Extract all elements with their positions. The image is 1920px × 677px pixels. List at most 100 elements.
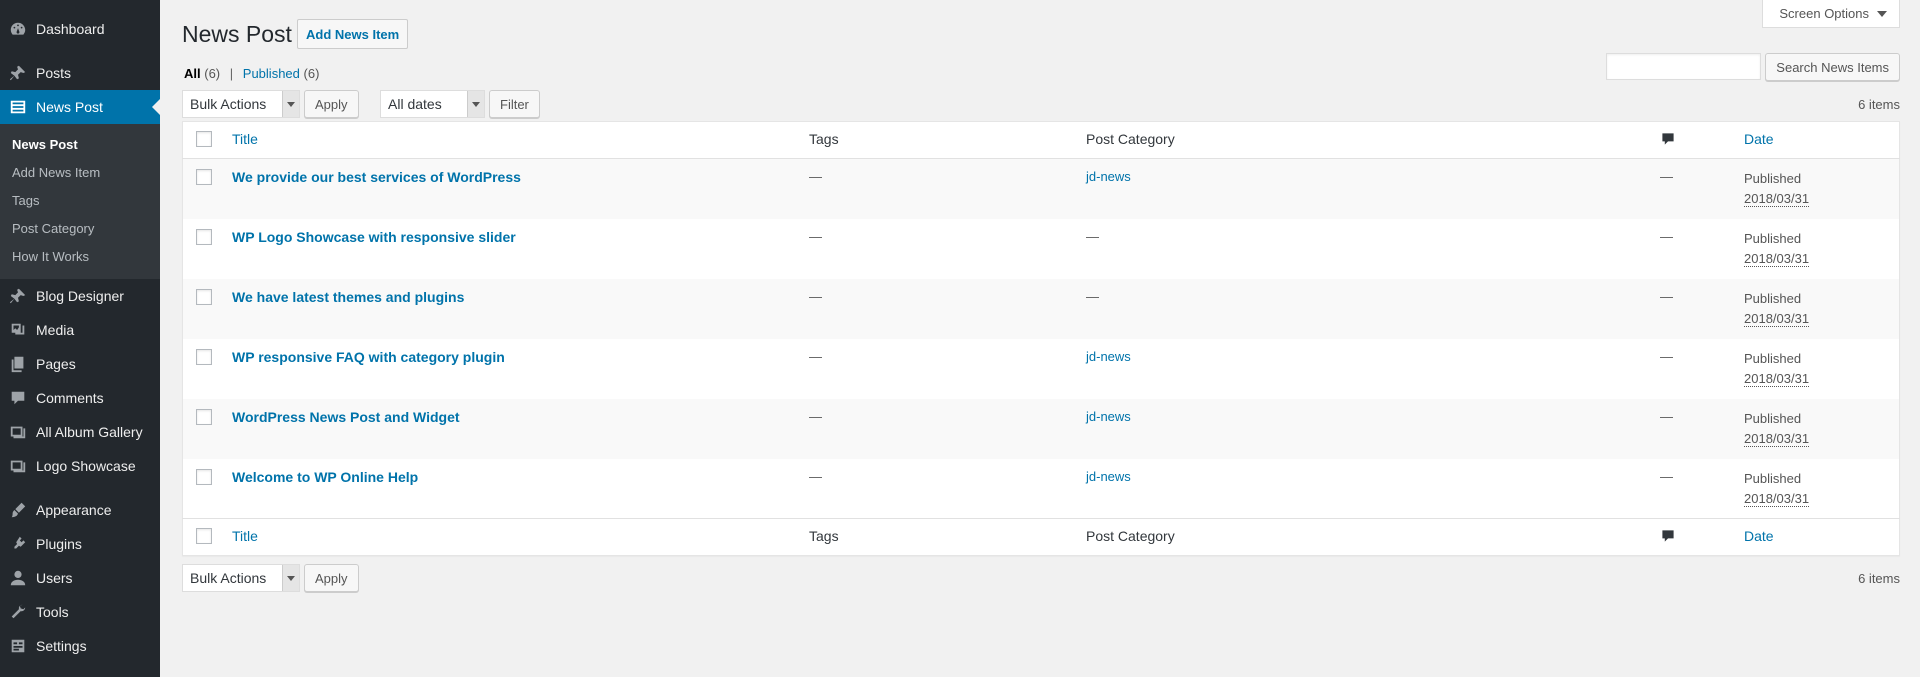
table-row: Welcome to WP Online Help — jd-news — Pu…	[183, 459, 1900, 519]
row-title-cell: WordPress News Post and Widget	[222, 399, 799, 459]
select-all-checkbox[interactable]	[196, 131, 212, 147]
menu-media[interactable]: Media	[0, 313, 160, 347]
column-title-label[interactable]: Title	[232, 528, 258, 544]
tablenav-top: Bulk Actions Apply All dates Filter 6 it…	[182, 90, 1900, 120]
menu-plugins[interactable]: Plugins	[0, 527, 160, 561]
menu-blog-designer[interactable]: Blog Designer	[0, 279, 160, 313]
row-date: 2018/03/31	[1744, 430, 1810, 447]
row-tags: —	[809, 288, 822, 304]
filter-all[interactable]: All	[184, 66, 201, 81]
submenu-how-it-works[interactable]: How It Works	[0, 243, 160, 271]
menu-dashboard[interactable]: Dashboard	[0, 12, 160, 46]
menu-posts[interactable]: Posts	[0, 56, 160, 90]
search-input[interactable]	[1606, 53, 1762, 80]
bulk-actions-group: Bulk Actions Apply	[182, 564, 359, 592]
screen-options-button[interactable]: Screen Options	[1762, 0, 1900, 28]
row-status: Published	[1744, 350, 1802, 366]
row-status: Published	[1744, 410, 1802, 426]
menu-appearance[interactable]: Appearance	[0, 493, 160, 527]
select-all-cell	[183, 519, 223, 556]
row-title-link[interactable]: We provide our best services of WordPres…	[232, 169, 521, 185]
chevron-down-icon	[282, 91, 299, 117]
row-title-link[interactable]: WP responsive FAQ with category plugin	[232, 349, 505, 365]
row-title-link[interactable]: WP Logo Showcase with responsive slider	[232, 229, 516, 245]
row-comments: —	[1660, 348, 1673, 364]
row-title-link[interactable]: WordPress News Post and Widget	[232, 409, 460, 425]
filter-button[interactable]: Filter	[489, 90, 540, 118]
row-checkbox[interactable]	[196, 288, 212, 305]
menu-settings[interactable]: Settings	[0, 629, 160, 663]
column-date-label[interactable]: Date	[1744, 131, 1774, 147]
menu-users[interactable]: Users	[0, 561, 160, 595]
row-select-cell	[183, 399, 223, 459]
menu-logo-showcase[interactable]: Logo Showcase	[0, 449, 160, 483]
row-select-cell	[183, 279, 223, 339]
row-title-cell: We have latest themes and plugins	[222, 279, 799, 339]
row-date-cell: Published 2018/03/31	[1734, 279, 1900, 339]
row-tags: —	[809, 228, 822, 244]
row-category-link[interactable]: jd-news	[1086, 409, 1131, 424]
search-news-items-button[interactable]: Search News Items	[1765, 53, 1900, 81]
comment-icon	[1660, 133, 1676, 150]
row-date-cell: Published 2018/03/31	[1734, 339, 1900, 399]
menu-label: Users	[36, 570, 73, 586]
row-status: Published	[1744, 230, 1802, 246]
row-category-link[interactable]: jd-news	[1086, 469, 1131, 484]
menu-label: Blog Designer	[36, 288, 124, 304]
bulk-actions-select[interactable]: Bulk Actions	[182, 90, 300, 118]
select-all-checkbox[interactable]	[196, 528, 212, 544]
submenu-post-category[interactable]: Post Category	[0, 215, 160, 243]
row-title-link[interactable]: Welcome to WP Online Help	[232, 469, 418, 485]
row-date-cell: Published 2018/03/31	[1734, 459, 1900, 519]
row-category: —	[1086, 288, 1099, 304]
table-footer-row: Title Tags Post Category Date	[182, 518, 1900, 556]
row-category-link[interactable]: jd-news	[1086, 169, 1131, 184]
row-title-link[interactable]: We have latest themes and plugins	[232, 289, 464, 305]
menu-comments[interactable]: Comments	[0, 381, 160, 415]
apply-button[interactable]: Apply	[304, 564, 359, 592]
column-date[interactable]: Date	[1734, 122, 1900, 159]
table-header-row: Title Tags Post Category Date	[182, 122, 1900, 159]
row-checkbox[interactable]	[196, 468, 212, 485]
menu-label: Posts	[36, 65, 72, 81]
column-date-label[interactable]: Date	[1744, 528, 1774, 544]
submenu-news-post[interactable]: News Post	[0, 131, 160, 159]
settings-icon	[0, 629, 36, 663]
row-checkbox[interactable]	[196, 408, 212, 425]
row-checkbox[interactable]	[196, 228, 212, 245]
column-title-label[interactable]: Title	[232, 131, 258, 147]
plugin-icon	[0, 527, 36, 561]
menu-all-album-gallery[interactable]: All Album Gallery	[0, 415, 160, 449]
submenu-tags[interactable]: Tags	[0, 187, 160, 215]
pin-icon	[0, 279, 36, 313]
menu-label: Settings	[36, 638, 87, 654]
chevron-down-icon	[282, 565, 299, 591]
menu-pages[interactable]: Pages	[0, 347, 160, 381]
apply-button[interactable]: Apply	[304, 90, 359, 118]
menu-label: Dashboard	[36, 21, 105, 37]
table-body: We provide our best services of WordPres…	[182, 158, 1900, 519]
column-date[interactable]: Date	[1734, 519, 1900, 556]
add-news-item-button[interactable]: Add News Item	[297, 19, 409, 49]
wrench-icon	[0, 595, 36, 629]
row-tags: —	[809, 468, 822, 484]
menu-news-post[interactable]: News Post	[0, 90, 160, 124]
column-title[interactable]: Title	[222, 122, 799, 159]
submenu-add-news-item[interactable]: Add News Item	[0, 159, 160, 187]
row-category-link[interactable]: jd-news	[1086, 349, 1131, 364]
row-select-cell	[183, 159, 223, 219]
row-date-cell: Published 2018/03/31	[1734, 159, 1900, 219]
dates-select[interactable]: All dates	[380, 90, 485, 118]
comment-icon	[0, 381, 36, 415]
row-checkbox[interactable]	[196, 169, 212, 185]
table-row: We have latest themes and plugins — — — …	[182, 278, 1900, 339]
bulk-actions-select[interactable]: Bulk Actions	[182, 564, 300, 592]
filter-published[interactable]: Published	[243, 66, 300, 81]
media-icon	[0, 313, 36, 347]
menu-tools[interactable]: Tools	[0, 595, 160, 629]
row-category-cell: jd-news	[1076, 399, 1650, 459]
main-content: Screen Options News Post Add News Item A…	[160, 0, 1920, 677]
column-title[interactable]: Title	[222, 519, 799, 556]
row-checkbox[interactable]	[196, 348, 212, 365]
row-date: 2018/03/31	[1744, 310, 1810, 327]
